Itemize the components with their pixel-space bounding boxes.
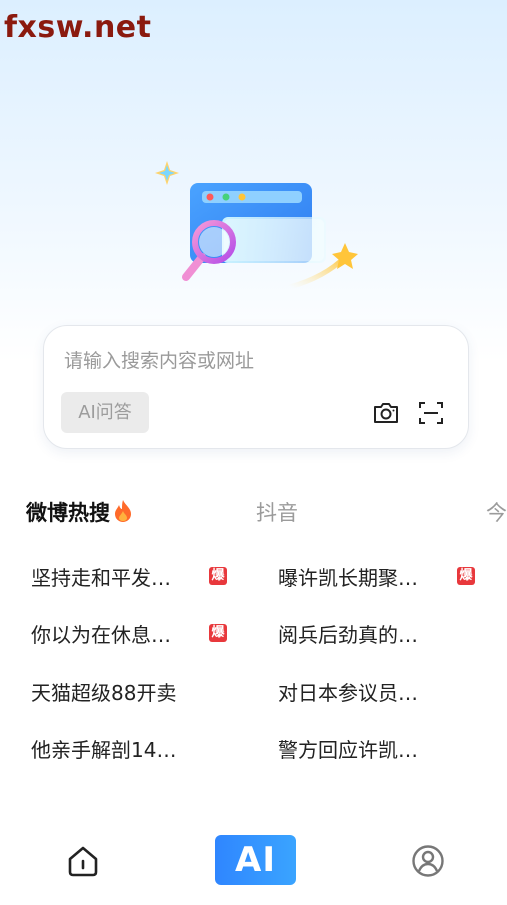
watermark: fxsw.net: [4, 10, 152, 45]
hot-tabs: 微博热搜 抖音 今: [0, 496, 507, 532]
hot-item[interactable]: 警方回应许凯…: [278, 728, 418, 768]
hot-item-text: 对日本参议员…: [278, 680, 418, 705]
fire-icon: [115, 500, 131, 522]
hot-item-text: 阅兵后劲真的…: [278, 622, 418, 647]
hot-item[interactable]: 阅兵后劲真的…: [278, 613, 418, 653]
hot-item[interactable]: 天猫超级88开卖: [31, 671, 176, 711]
ai-qa-button[interactable]: AI问答: [61, 392, 149, 433]
bottom-nav: AI: [0, 830, 507, 905]
hot-badge: 爆: [457, 567, 475, 585]
scan-icon[interactable]: [416, 398, 446, 428]
hot-item-text: 坚持走和平发…: [31, 565, 171, 590]
hot-item-text: 警方回应许凯…: [278, 737, 418, 762]
hot-badge: 爆: [209, 624, 227, 642]
hot-item[interactable]: 他亲手解剖14…: [31, 728, 176, 768]
search-input[interactable]: [62, 344, 446, 378]
tab-weibo-hot[interactable]: 微博热搜: [26, 496, 134, 530]
hot-item[interactable]: 曝许凯长期聚…: [278, 556, 418, 596]
hot-item[interactable]: 坚持走和平发…: [31, 556, 171, 596]
profile-icon[interactable]: [411, 844, 445, 878]
tab-weibo-hot-label: 微博热搜: [26, 501, 110, 525]
home-icon[interactable]: [66, 844, 100, 878]
hot-item-text: 天猫超级88开卖: [31, 680, 177, 705]
hot-item-text: 曝许凯长期聚…: [278, 565, 418, 590]
hot-badge: 爆: [209, 567, 227, 585]
hot-item[interactable]: 对日本参议员…: [278, 671, 418, 711]
search-card: AI问答: [43, 325, 469, 449]
hot-item-text: 你以为在休息…: [31, 622, 171, 647]
tab-douyin[interactable]: 抖音: [256, 496, 298, 530]
hot-item-text: 他亲手解剖14…: [31, 737, 177, 762]
browser-search-illustration: [155, 161, 358, 290]
tab-jin[interactable]: 今: [486, 496, 507, 530]
hot-item[interactable]: 你以为在休息…: [31, 613, 171, 653]
camera-icon[interactable]: [371, 398, 401, 428]
ai-nav-button[interactable]: AI: [215, 835, 296, 885]
